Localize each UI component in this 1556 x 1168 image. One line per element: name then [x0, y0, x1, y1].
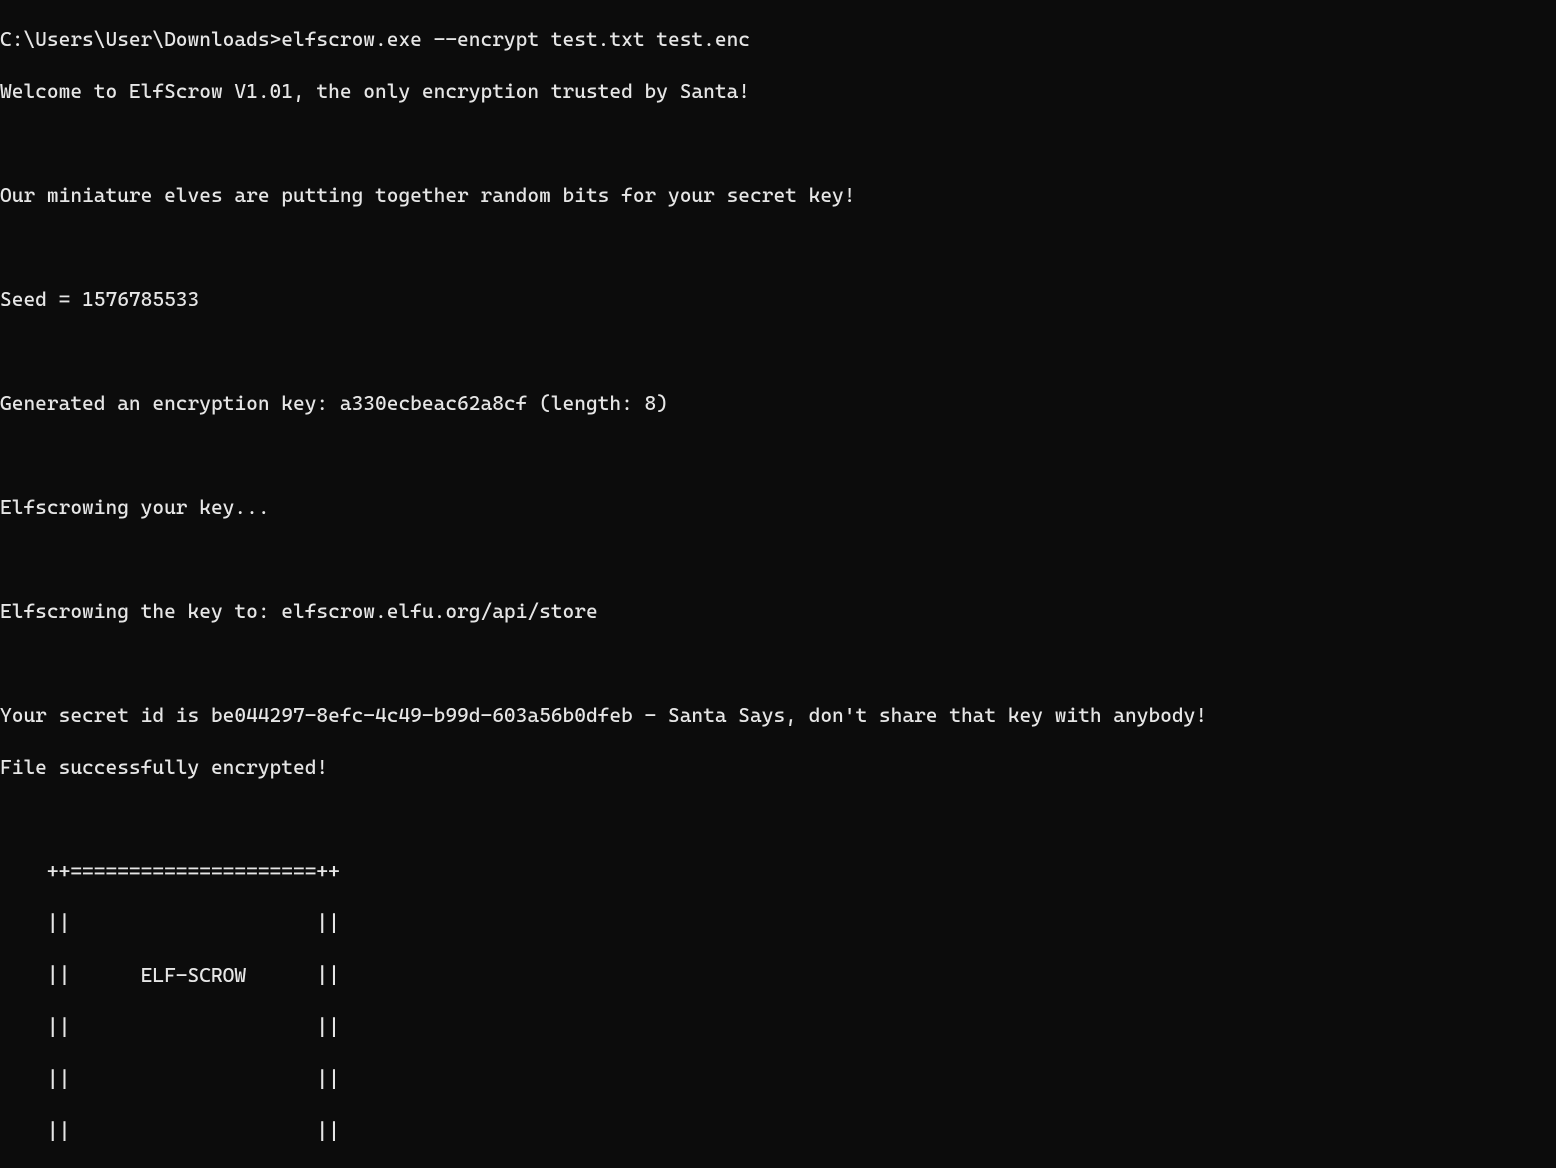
blank-line — [0, 806, 1556, 832]
blank-line — [0, 338, 1556, 364]
blank-line — [0, 546, 1556, 572]
blank-line — [0, 442, 1556, 468]
command-line: C:\Users\User\Downloads>elfscrow.exe --e… — [0, 26, 1556, 52]
blank-line — [0, 234, 1556, 260]
ascii-art-line: || || — [0, 1066, 1556, 1092]
ascii-art-line: || || — [0, 1118, 1556, 1144]
ascii-art-line: || ELF-SCROW || — [0, 962, 1556, 988]
seed-line: Seed = 1576785533 — [0, 286, 1556, 312]
terminal-window[interactable]: C:\Users\User\Downloads>elfscrow.exe --e… — [0, 0, 1556, 1168]
escrow-line-2: Elfscrowing the key to: elfscrow.elfu.or… — [0, 598, 1556, 624]
prompt-path: C:\Users\User\Downloads> — [0, 26, 281, 52]
welcome-line: Welcome to ElfScrow V1.01, the only encr… — [0, 78, 1556, 104]
secret-id-line: Your secret id is be044297-8efc-4c49-b99… — [0, 702, 1556, 728]
success-line: File successfully encrypted! — [0, 754, 1556, 780]
key-line: Generated an encryption key: a330ecbeac6… — [0, 390, 1556, 416]
ascii-art-line: ++=====================++ — [0, 858, 1556, 884]
bits-line: Our miniature elves are putting together… — [0, 182, 1556, 208]
escrow-line-1: Elfscrowing your key... — [0, 494, 1556, 520]
blank-line — [0, 130, 1556, 156]
blank-line — [0, 650, 1556, 676]
entered-command: elfscrow.exe --encrypt test.txt test.enc — [281, 26, 750, 52]
ascii-art-line: || || — [0, 1014, 1556, 1040]
ascii-art-line: || || — [0, 910, 1556, 936]
